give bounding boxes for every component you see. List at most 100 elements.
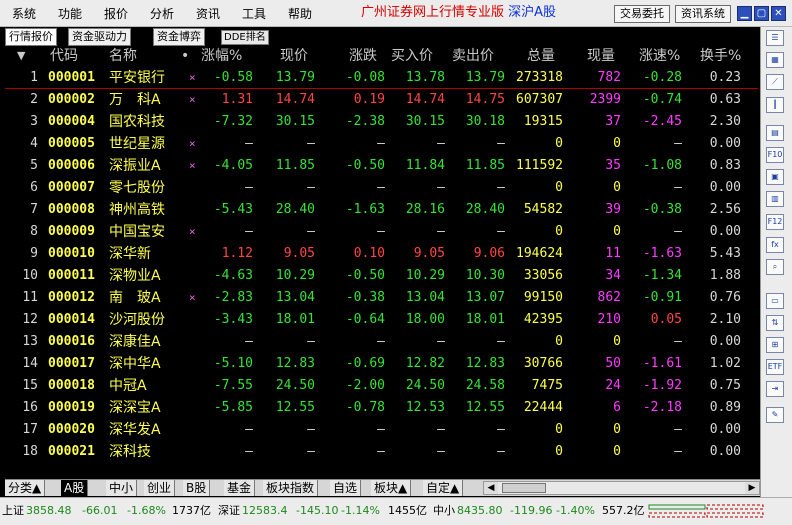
col-price[interactable]: 现价 [280, 46, 308, 66]
menu-analysis[interactable]: 分析 [150, 7, 174, 21]
stock-code: 000019 [48, 400, 95, 415]
table-row[interactable]: 5 000006 深振业A × -4.05 11.85 -0.50 11.84 11.85 111… [5, 155, 758, 177]
scroll-right-icon[interactable]: ▶ [745, 482, 759, 494]
menu-quote[interactable]: 报价 [104, 7, 128, 21]
line-chart-icon[interactable]: ⟋ [766, 74, 784, 90]
calc-icon[interactable]: ⊞ [766, 337, 784, 353]
table-row[interactable]: 9 000010 深华新 1.12 9.05 0.10 9.05 9.06 194624 11 -1… [5, 243, 758, 265]
horizontal-scrollbar[interactable]: ◀ ▶ [483, 481, 760, 495]
table-row[interactable]: 7 000008 神州高铁 -5.43 28.40 -1.63 28.16 28.40 5458… [5, 199, 758, 221]
col-turnover[interactable]: 换手% [700, 46, 741, 66]
cell-last-vol: 210 [597, 312, 621, 327]
cell-last-vol: 0 [613, 444, 621, 459]
restore-icon[interactable]: ▢ [754, 6, 769, 21]
col-name[interactable]: 名称 [109, 46, 137, 66]
row-index: 11 [22, 290, 38, 305]
sort-marker[interactable]: ▼ [17, 46, 25, 66]
table-row[interactable]: 13 000016 深康佳A — — — — — 0 0 — 0.00 [5, 331, 758, 353]
list-icon[interactable]: ☰ [766, 30, 784, 46]
table-row[interactable]: 17 000020 深华发A — — — — — 0 0 — 0.00 [5, 419, 758, 441]
col-mark[interactable]: • [181, 46, 189, 66]
cell-ask: — [497, 136, 505, 151]
cell-change-pct: -7.32 [213, 114, 253, 129]
table-row[interactable]: 8 000009 中国宝安 × — — — — — 0 0 — 0.00 [5, 221, 758, 243]
tab-sme[interactable]: 中小 [106, 480, 138, 496]
cell-last-vol: 34 [605, 268, 621, 283]
formula-icon[interactable]: fx [766, 237, 784, 253]
table-row[interactable]: 2 000002 万 科A × 1.31 14.74 0.19 14.74 14.75 60730… [5, 89, 758, 111]
news-icon[interactable]: ▣ [766, 169, 784, 185]
sort-icon[interactable]: ⇅ [766, 315, 784, 331]
cell-price: 11.85 [275, 158, 315, 173]
table-row[interactable]: 15 000018 中冠A -7.55 24.50 -2.00 24.50 24.58 7475… [5, 375, 758, 397]
table-row[interactable]: 14 000017 深中华A -5.10 12.83 -0.69 12.82 12.83 307… [5, 353, 758, 375]
f10-icon[interactable]: F10 [766, 147, 784, 163]
tab-quotes[interactable]: 行情报价 [5, 28, 57, 46]
table-row[interactable]: 16 000019 深深宝A -5.85 12.55 -0.78 12.53 12.55 224… [5, 397, 758, 419]
table-row[interactable]: 12 000014 沙河股份 -3.43 18.01 -0.64 18.00 18.01 423… [5, 309, 758, 331]
tab-custom[interactable]: 自定▲ [423, 480, 464, 496]
menu-system[interactable]: 系统 [12, 7, 36, 21]
tab-sector[interactable]: 板块▲ [371, 480, 412, 496]
etf-icon[interactable]: ETF [766, 359, 784, 375]
table-row[interactable]: 10 000011 深物业A -4.63 10.29 -0.50 10.29 10.30 330… [5, 265, 758, 287]
menu-function[interactable]: 功能 [58, 7, 82, 21]
table-row[interactable]: 4 000005 世纪星源 × — — — — — 0 0 — 0.00 [5, 133, 758, 155]
col-ask[interactable]: 卖出价 [452, 46, 494, 66]
minimize-icon[interactable]: ▁ [737, 6, 752, 21]
cell-price: 14.74 [275, 92, 315, 107]
tab-category[interactable]: 分类▲ [5, 480, 46, 496]
col-code[interactable]: 代码 [50, 46, 78, 66]
col-speed[interactable]: 涨速% [639, 46, 680, 66]
table-row[interactable]: 6 000007 零七股份 — — — — — 0 0 — 0.00 [5, 177, 758, 199]
menu-info[interactable]: 资讯 [196, 7, 220, 21]
tab-chinext[interactable]: 创业 [144, 480, 176, 496]
menu-tools[interactable]: 工具 [242, 7, 266, 21]
cell-speed: -2.18 [642, 400, 682, 415]
tab-sector-index[interactable]: 板块指数 [263, 480, 319, 496]
grid-icon[interactable]: ▦ [766, 52, 784, 68]
col-change-pct[interactable]: 涨幅% [201, 46, 242, 66]
info-system-button[interactable]: 资讯系统 [675, 5, 731, 23]
tab-dde-rank[interactable]: DDE排名 [221, 30, 269, 45]
menu-help[interactable]: 帮助 [288, 7, 312, 21]
tab-a-shares[interactable]: A股 [61, 480, 89, 496]
tab-funds[interactable]: 基金 [224, 480, 256, 496]
col-volume[interactable]: 总量 [527, 46, 555, 66]
table-row[interactable]: 1 000001 平安银行 × -0.58 13.79 -0.08 13.78 13.79 273… [5, 67, 758, 89]
table-row[interactable]: 11 000012 南 玻A × -2.83 13.04 -0.38 13.04 13.07 99… [5, 287, 758, 309]
cell-change: -2.00 [345, 378, 385, 393]
search-icon[interactable]: ⌕ [766, 259, 784, 275]
col-bid[interactable]: 买入价 [391, 46, 433, 66]
tab-fund-drive[interactable]: 资金驱动力 [68, 28, 131, 46]
col-change[interactable]: 涨跌 [349, 46, 377, 66]
table-row[interactable]: 3 000004 国农科技 -7.32 30.15 -2.38 30.15 30.18 1931… [5, 111, 758, 133]
tab-fund-game[interactable]: 资金博弈 [153, 28, 205, 46]
cell-volume: 33056 [523, 268, 563, 283]
report-icon[interactable]: ▥ [766, 191, 784, 207]
close-icon[interactable]: ✕ [771, 6, 786, 21]
table-row[interactable]: 18 000021 深科技 — — — — — 0 0 — 0.00 [5, 441, 758, 463]
cell-bid: 30.15 [405, 114, 445, 129]
tab-b-shares[interactable]: B股 [183, 480, 211, 496]
cell-change-pct: -5.43 [213, 202, 253, 217]
cell-change-pct: -5.85 [213, 400, 253, 415]
f12-icon[interactable]: F12 [766, 214, 784, 230]
tab-watchlist[interactable]: 自选 [330, 480, 362, 496]
stock-code: 000007 [48, 180, 95, 195]
note-icon[interactable]: ✎ [766, 407, 784, 423]
cell-last-vol: 50 [605, 356, 621, 371]
sh-volume-bar-icon [648, 504, 706, 518]
candle-icon[interactable]: ┃ [766, 97, 784, 113]
cell-turnover: 0.00 [709, 334, 741, 349]
col-last-vol[interactable]: 现量 [587, 46, 615, 66]
cell-turnover: 0.00 [709, 224, 741, 239]
trade-button[interactable]: 交易委托 [614, 5, 670, 23]
table-icon[interactable]: ▤ [766, 125, 784, 141]
scroll-left-icon[interactable]: ◀ [484, 482, 498, 494]
scroll-thumb[interactable] [502, 483, 546, 493]
cell-change: — [377, 180, 385, 195]
folder-icon[interactable]: ▭ [766, 293, 784, 309]
export-icon[interactable]: ⇥ [766, 381, 784, 397]
brand-market: 深沪A股 [508, 5, 557, 20]
